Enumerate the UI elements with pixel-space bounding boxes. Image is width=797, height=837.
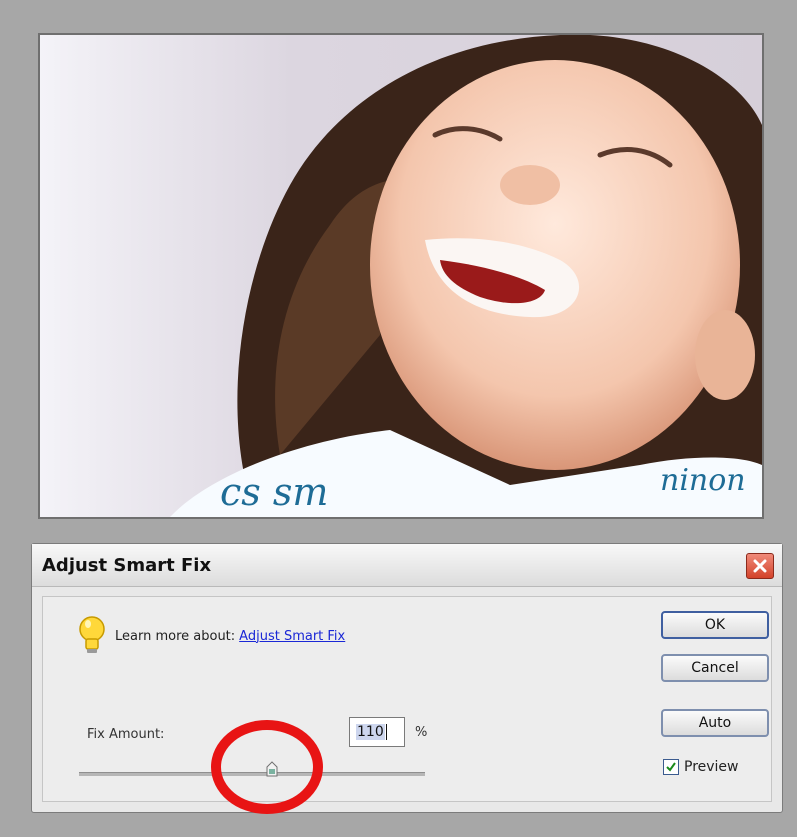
dialog-titlebar[interactable]: Adjust Smart Fix: [32, 544, 782, 587]
fix-amount-value: 110: [356, 724, 385, 740]
ok-button[interactable]: OK: [661, 611, 769, 639]
photo-image: cs sm ninon: [40, 35, 762, 517]
svg-text:ninon: ninon: [660, 463, 746, 498]
photo-preview: cs sm ninon: [38, 33, 764, 519]
lightbulb-icon: [79, 616, 105, 653]
close-icon: [753, 559, 767, 573]
fix-amount-label: Fix Amount:: [87, 727, 165, 742]
dialog-content: Learn more about: Adjust Smart Fix Fix A…: [42, 596, 772, 802]
fix-amount-slider[interactable]: [79, 772, 425, 776]
preview-checkbox[interactable]: [663, 759, 679, 775]
auto-button[interactable]: Auto: [661, 709, 769, 737]
hint-text: Learn more about:: [115, 628, 236, 644]
checkmark-icon: [666, 762, 676, 772]
hint-row: Learn more about: Adjust Smart Fix: [77, 615, 345, 657]
percent-unit: %: [415, 725, 428, 740]
svg-text:cs sm: cs sm: [220, 470, 328, 514]
dialog-title: Adjust Smart Fix: [42, 555, 212, 576]
cancel-button[interactable]: Cancel: [661, 654, 769, 682]
slider-thumb-icon[interactable]: [266, 761, 278, 777]
close-button[interactable]: [746, 553, 774, 579]
adjust-smart-fix-dialog: Adjust Smart Fix Learn more about: Adjus…: [31, 543, 783, 813]
fix-amount-input[interactable]: 110: [349, 717, 405, 747]
learn-more-link[interactable]: Adjust Smart Fix: [239, 629, 345, 644]
preview-label: Preview: [684, 759, 739, 775]
preview-row[interactable]: Preview: [663, 759, 739, 775]
